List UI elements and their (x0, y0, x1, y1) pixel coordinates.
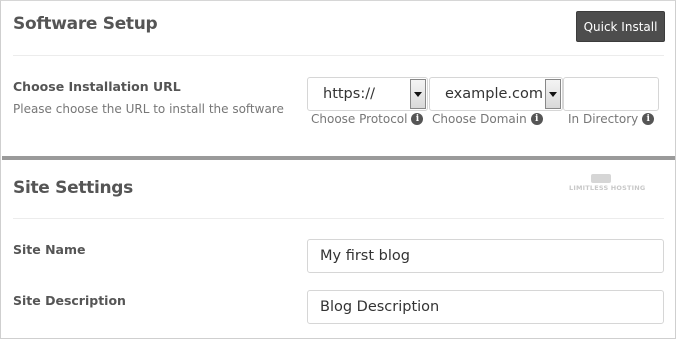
directory-hint: In Directory i (568, 112, 655, 126)
domain-select[interactable]: example.com (429, 77, 563, 111)
chevron-down-icon[interactable] (545, 79, 561, 109)
section-divider (13, 218, 664, 219)
logo-mark (591, 174, 611, 183)
installation-url-description: Please choose the URL to install the sof… (13, 102, 284, 116)
software-setup-section: Software Setup Quick Install Choose Inst… (2, 2, 675, 156)
domain-value: example.com (445, 86, 543, 102)
domain-hint: Choose Domain i (432, 112, 543, 126)
site-settings-title: Site Settings (13, 178, 133, 198)
site-name-label: Site Name (13, 242, 86, 257)
domain-hint-text: Choose Domain (432, 112, 527, 126)
site-settings-section: Site Settings LIMITLESS HOSTING Site Nam… (2, 160, 675, 338)
directory-input[interactable] (563, 77, 659, 111)
limitless-hosting-logo: LIMITLESS HOSTING (569, 174, 645, 194)
section-divider (13, 55, 664, 56)
software-setup-title: Software Setup (13, 14, 158, 34)
info-icon[interactable]: i (530, 113, 543, 125)
directory-hint-text: In Directory (568, 112, 639, 126)
protocol-hint-text: Choose Protocol (311, 112, 408, 126)
site-description-input[interactable]: Blog Description (307, 290, 664, 324)
installation-url-label: Choose Installation URL (13, 79, 181, 94)
protocol-select[interactable]: https:// (307, 77, 428, 111)
chevron-down-icon[interactable] (410, 79, 426, 109)
site-name-input[interactable]: My first blog (307, 239, 664, 273)
quick-install-button[interactable]: Quick Install (576, 11, 665, 42)
info-icon[interactable]: i (411, 113, 424, 125)
protocol-value: https:// (323, 86, 375, 102)
info-icon[interactable]: i (642, 113, 655, 125)
protocol-hint: Choose Protocol i (311, 112, 424, 126)
site-description-label: Site Description (13, 293, 126, 308)
logo-text: LIMITLESS HOSTING (569, 184, 646, 192)
installer-panel: Software Setup Quick Install Choose Inst… (0, 0, 676, 339)
